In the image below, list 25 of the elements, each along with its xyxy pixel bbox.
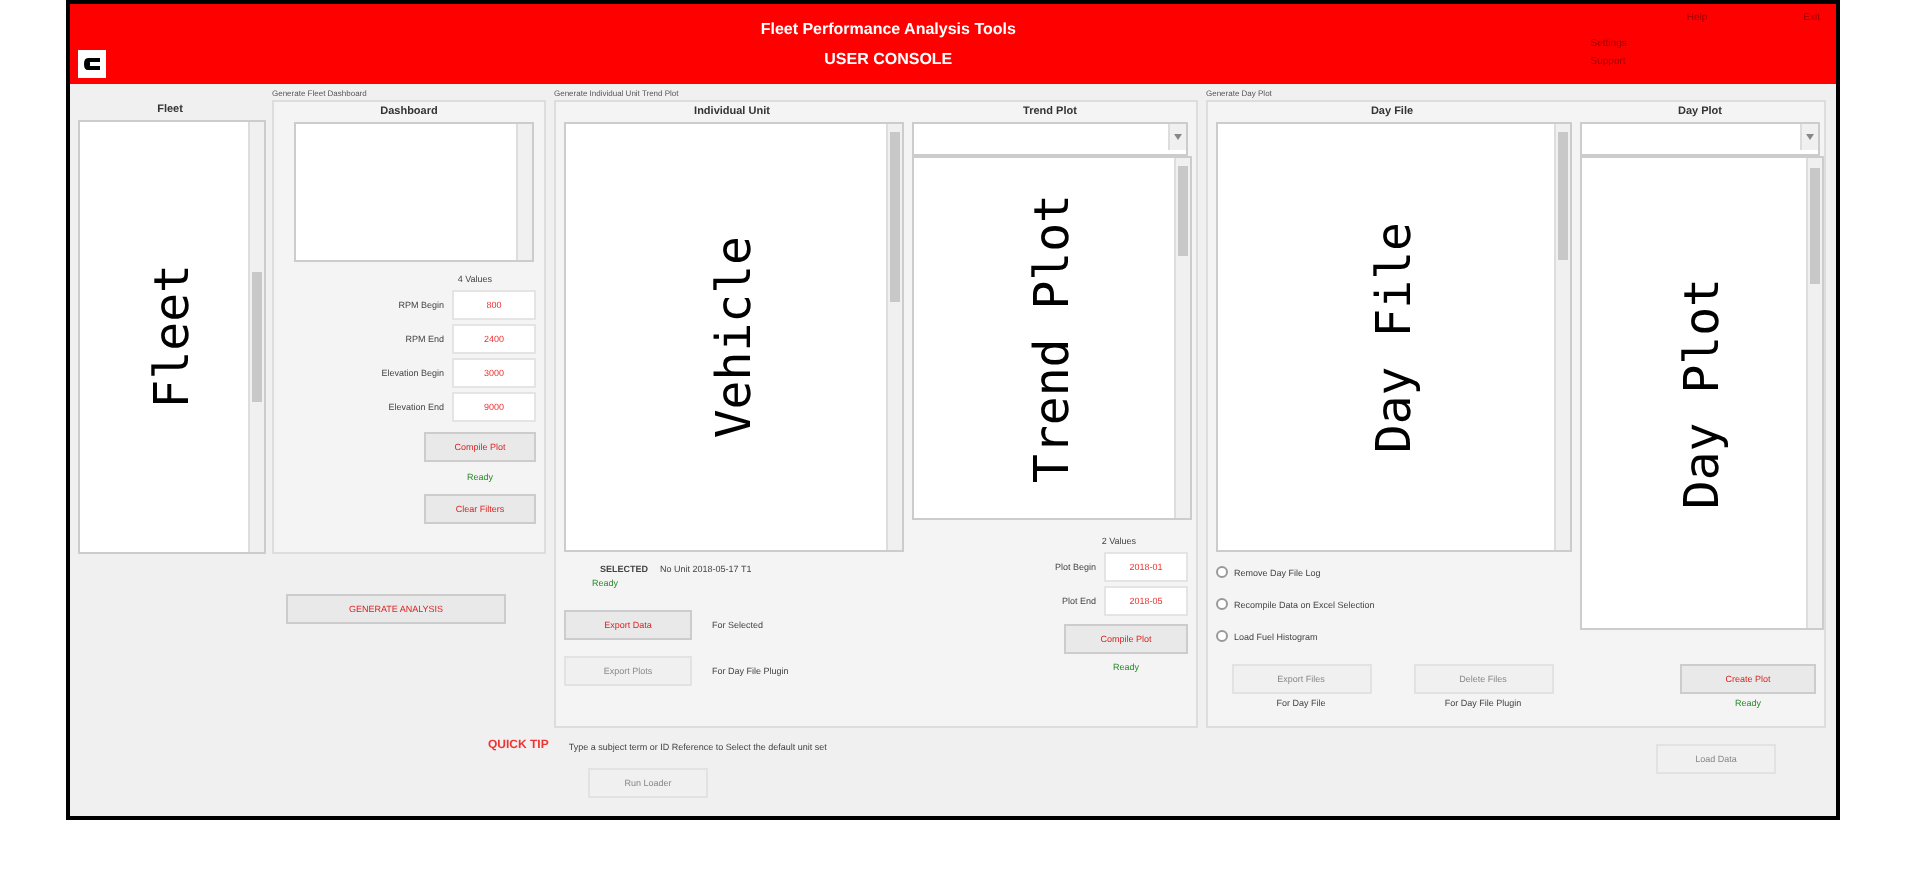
scrollbar[interactable] xyxy=(886,124,902,550)
scrollbar[interactable] xyxy=(248,122,264,552)
list-overlay-text: Fleet xyxy=(144,264,200,410)
dashboard-list[interactable] xyxy=(294,122,534,262)
list-overlay-text: Vehicle xyxy=(706,235,762,439)
vehicle-list[interactable]: Vehicle xyxy=(564,122,904,552)
app-subtitle: USER CONSOLE xyxy=(824,50,953,68)
day-plot-list[interactable]: Day Plot xyxy=(1580,156,1824,630)
scrollbar[interactable] xyxy=(516,124,532,260)
fleet-list[interactable]: Fleet xyxy=(78,120,266,554)
trend-plot-list[interactable]: Trend Plot xyxy=(912,156,1192,520)
option-checkbox[interactable] xyxy=(1216,566,1228,578)
day-file-list[interactable]: Day File xyxy=(1216,122,1572,552)
logo-icon xyxy=(78,50,106,78)
option-checkbox[interactable] xyxy=(1216,598,1228,610)
app-title: Fleet Performance Analysis Tools xyxy=(760,20,1016,38)
scrollbar[interactable] xyxy=(1806,158,1822,628)
list-overlay-text: Day File xyxy=(1366,221,1422,453)
list-overlay-text: Day Plot xyxy=(1674,277,1730,509)
plot-select[interactable] xyxy=(912,122,1188,156)
scrollbar[interactable] xyxy=(1554,124,1570,550)
plot-select[interactable] xyxy=(1580,122,1820,156)
list-overlay-text: Trend Plot xyxy=(1024,193,1080,483)
scrollbar[interactable] xyxy=(1174,158,1190,518)
option-checkbox[interactable] xyxy=(1216,630,1228,642)
